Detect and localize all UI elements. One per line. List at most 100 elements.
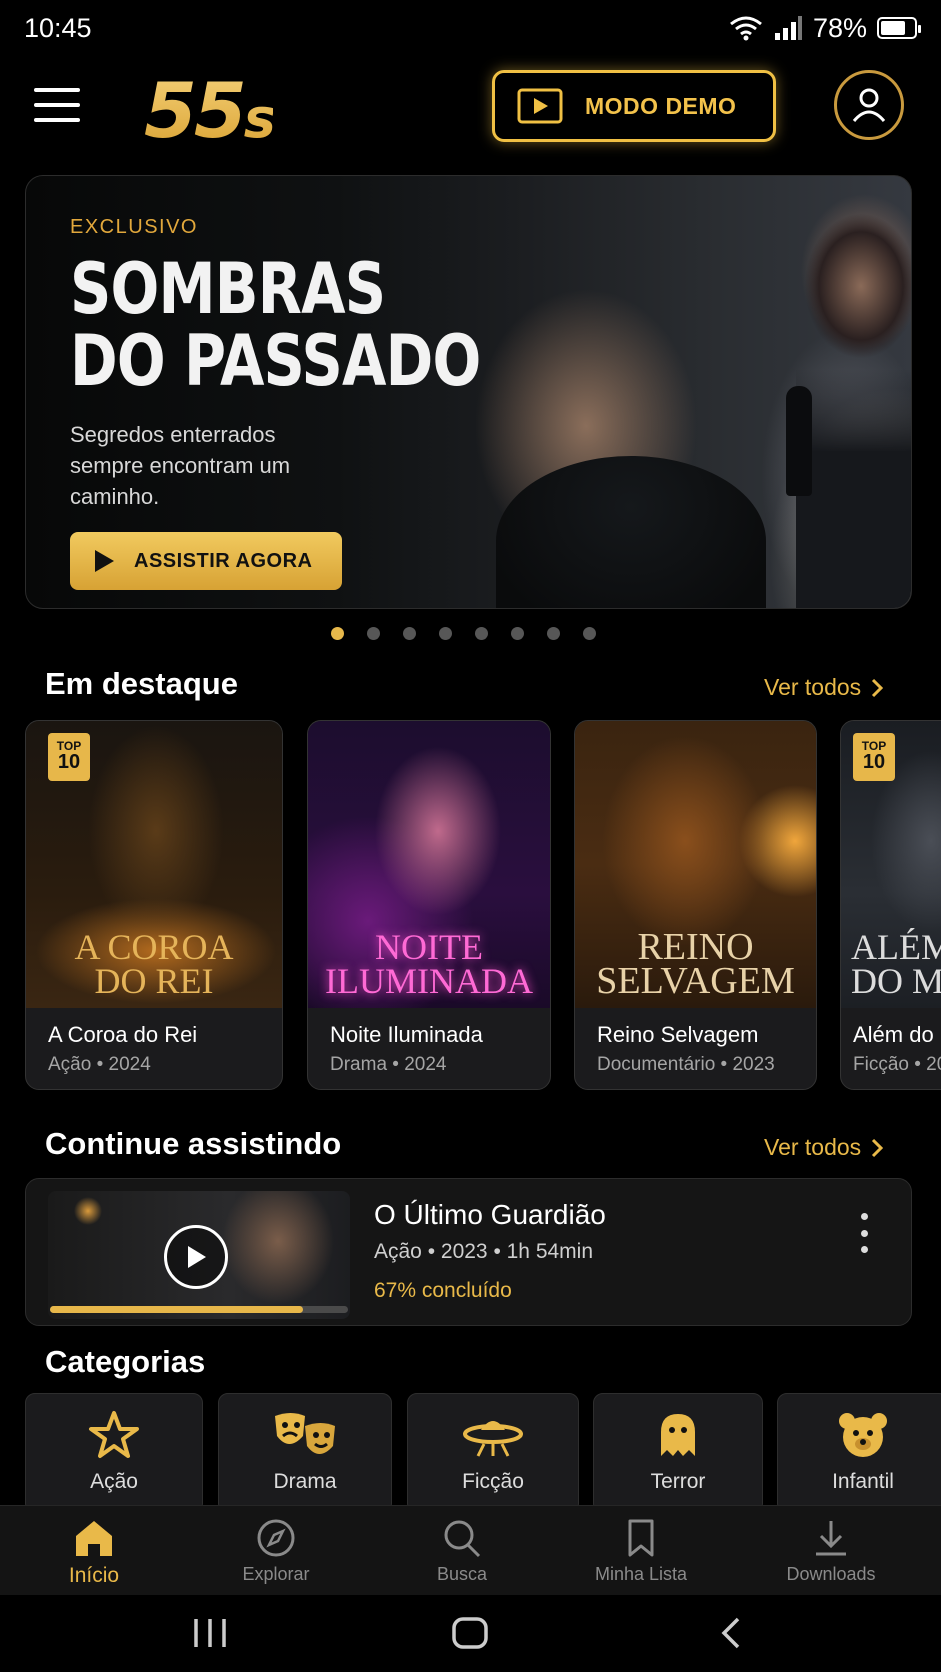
- badge-num: 10: [57, 751, 81, 773]
- poster-title: ALÉM DO M: [851, 929, 941, 1008]
- carousel-dots: [331, 627, 596, 640]
- card-info: Noite Iluminada Drama • 2024: [308, 1008, 550, 1089]
- badge-num: 10: [862, 751, 886, 773]
- featured-card[interactable]: NOITE ILUMINADA Noite Iluminada Drama • …: [307, 720, 551, 1090]
- app-logo[interactable]: 55s: [144, 66, 273, 155]
- recent-apps-button[interactable]: [190, 1615, 230, 1651]
- poster-title-line: NOITE: [375, 927, 483, 967]
- nav-label: Minha Lista: [594, 1564, 688, 1584]
- ghost-icon: [661, 1414, 695, 1456]
- compass-icon: [257, 1519, 295, 1557]
- category-drama[interactable]: Drama: [218, 1393, 392, 1505]
- card-meta: Ficção • 20: [853, 1054, 941, 1075]
- card-title: A Coroa do Rei: [48, 1022, 198, 1047]
- card-info: Além do M Ficção • 20: [841, 1008, 941, 1089]
- card-info: Reino Selvagem Documentário • 2023: [575, 1008, 816, 1089]
- carousel-dot[interactable]: [439, 627, 452, 640]
- featured-card[interactable]: A COROA DO REI TOP 10 A Coroa do Rei Ação…: [25, 720, 283, 1090]
- chevron-right-icon: [872, 1138, 884, 1157]
- battery-percent: 78%: [812, 12, 867, 43]
- back-button[interactable]: [716, 1615, 746, 1651]
- logo-suffix: s: [243, 87, 273, 150]
- play-icon: [95, 550, 114, 572]
- top10-badge: TOP 10: [48, 733, 90, 781]
- poster-title-line: SELVAGEM: [596, 960, 795, 1002]
- app-header: 55s MODO DEMO: [0, 58, 941, 152]
- category-label: Terror: [650, 1470, 706, 1493]
- menu-icon: [34, 88, 80, 92]
- nav-label: Busca: [436, 1564, 488, 1584]
- star-icon: [89, 1411, 139, 1458]
- bear-icon: [839, 1413, 887, 1457]
- card-title: Além do M: [853, 1022, 941, 1047]
- poster-noite-iluminada: NOITE ILUMINADA: [308, 721, 550, 1008]
- featured-card[interactable]: ALÉM DO M TOP10 Além do M Ficção • 20: [840, 720, 941, 1090]
- continue-watching-title: Continue assistindo: [45, 1126, 342, 1161]
- featured-card[interactable]: REINO SELVAGEM Reino Selvagem Documentár…: [574, 720, 817, 1090]
- category-acao[interactable]: Ação: [25, 1393, 203, 1505]
- nav-label: Explorar: [242, 1564, 310, 1584]
- kebab-icon: [860, 1213, 868, 1220]
- category-infantil[interactable]: Infantil: [777, 1393, 941, 1505]
- status-time: 10:45: [24, 12, 92, 43]
- kebab-dot: [860, 1229, 868, 1237]
- carousel-dot[interactable]: [547, 627, 560, 640]
- signal-icon: [774, 16, 802, 40]
- continue-title: O Último Guardião: [374, 1199, 606, 1230]
- system-navigation: [0, 1595, 941, 1672]
- carousel-dot[interactable]: [583, 627, 596, 640]
- battery-icon: [877, 17, 921, 39]
- poster-title: NOITE ILUMINADA: [325, 927, 533, 1008]
- hero-banner[interactable]: EXCLUSIVO SOMBRAS DO PASSADO Segredos en…: [25, 175, 912, 609]
- menu-button[interactable]: [34, 88, 80, 122]
- nav-downloads[interactable]: Downloads: [756, 1518, 906, 1585]
- ufo-icon: [463, 1421, 523, 1457]
- play-box-icon: [517, 88, 563, 124]
- nav-explorar[interactable]: Explorar: [201, 1518, 351, 1585]
- nav-inicio[interactable]: Início: [19, 1518, 169, 1588]
- category-terror[interactable]: Terror: [593, 1393, 763, 1505]
- watch-progress-fill: [50, 1306, 304, 1313]
- carousel-dot[interactable]: [475, 627, 488, 640]
- carousel-dot[interactable]: [511, 627, 524, 640]
- hero-content: EXCLUSIVO SOMBRAS DO PASSADO Segredos en…: [70, 216, 590, 590]
- top10-badge: TOP 10: [853, 733, 895, 781]
- download-icon: [816, 1521, 846, 1556]
- watch-now-label: ASSISTIR AGORA: [134, 549, 313, 572]
- resume-play-button[interactable]: [164, 1225, 228, 1289]
- battery-level: [881, 21, 906, 35]
- card-title: Reino Selvagem: [597, 1022, 759, 1047]
- continue-meta: Ação • 2023 • 1h 54min: [374, 1240, 594, 1263]
- nav-label: Downloads: [786, 1564, 876, 1584]
- continue-see-all-link[interactable]: Ver todos: [764, 1134, 884, 1161]
- demo-mode-button[interactable]: MODO DEMO: [492, 70, 776, 142]
- card-title: Noite Iluminada: [330, 1022, 483, 1047]
- hero-description: Segredos enterrados sempre encontram um …: [70, 422, 291, 509]
- poster-title-line: ILUMINADA: [325, 961, 533, 1001]
- featured-see-all-link[interactable]: Ver todos: [764, 674, 884, 701]
- bookmark-icon: [628, 1519, 654, 1557]
- status-bar: 10:45 78%: [0, 0, 941, 56]
- category-ficcao[interactable]: Ficção: [407, 1393, 579, 1505]
- more-options-button[interactable]: [859, 1213, 869, 1253]
- poster-title: A COROA DO REI: [74, 929, 233, 1008]
- nav-busca[interactable]: Busca: [387, 1518, 537, 1585]
- poster-title-line: REINO: [637, 926, 754, 968]
- category-label: Drama: [273, 1470, 337, 1493]
- carousel-dot[interactable]: [403, 627, 416, 640]
- home-button[interactable]: [451, 1615, 489, 1651]
- demo-mode-label: MODO DEMO: [585, 92, 737, 119]
- nav-minha-lista[interactable]: Minha Lista: [566, 1518, 716, 1585]
- continue-watching-item[interactable]: O Último Guardião Ação • 2023 • 1h 54min…: [25, 1178, 912, 1326]
- continue-thumbnail[interactable]: [48, 1191, 350, 1319]
- carousel-dot[interactable]: [331, 627, 344, 640]
- profile-button[interactable]: [834, 70, 904, 140]
- category-label: Infantil: [832, 1470, 894, 1493]
- watch-now-button[interactable]: ASSISTIR AGORA: [70, 532, 342, 590]
- poster-title-line: DO M: [851, 961, 941, 1001]
- poster-title-line: DO REI: [94, 961, 214, 1001]
- featured-list: A COROA DO REI TOP 10 A Coroa do Rei Ação…: [25, 720, 941, 1090]
- categories-title: Categorias: [45, 1344, 206, 1379]
- see-all-label: Ver todos: [764, 1134, 862, 1160]
- carousel-dot[interactable]: [367, 627, 380, 640]
